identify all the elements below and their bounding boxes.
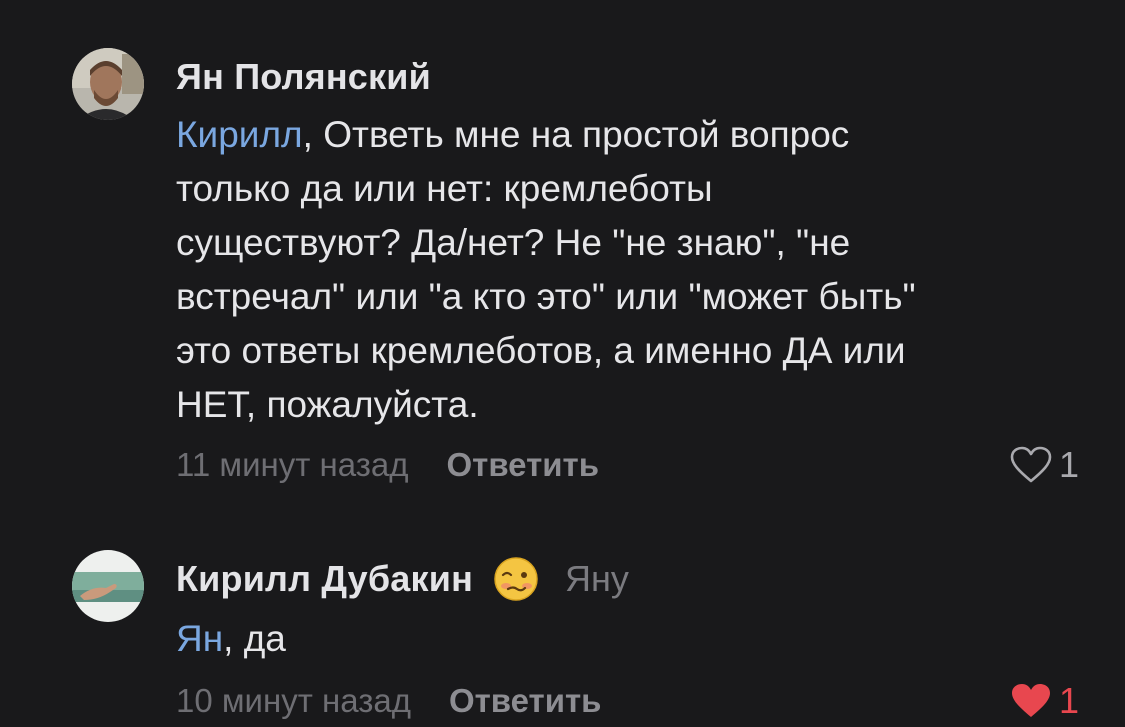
- like-button[interactable]: 1: [1009, 444, 1079, 486]
- comment-2: Кирилл Дубакин Яну Ян, да 10 минут назад…: [0, 520, 1125, 727]
- like-count: 1: [1058, 680, 1079, 721]
- comment-meta: 10 минут назад Ответить: [176, 680, 601, 722]
- comment-text: Кирилл, Ответь мне на простой вопрос тол…: [176, 108, 1076, 432]
- mention-link[interactable]: Кирилл: [176, 114, 303, 155]
- timestamp: 11 минут назад: [176, 446, 409, 483]
- comment-meta: 11 минут назад Ответить: [176, 444, 599, 486]
- heart-filled-icon: [1011, 684, 1050, 717]
- timestamp: 10 минут назад: [176, 682, 411, 719]
- woozy-face-icon: [494, 557, 538, 601]
- comment-text: Ян, да: [176, 612, 1076, 666]
- avatar[interactable]: [72, 48, 144, 120]
- comment-1: Ян Полянский Кирилл, Ответь мне на прост…: [0, 0, 1125, 520]
- comment-body: , Ответь мне на простой вопрос только да…: [176, 114, 916, 425]
- like-count: 1: [1058, 444, 1079, 485]
- reply-to-label[interactable]: Яну: [565, 558, 629, 600]
- mention-link[interactable]: Ян: [176, 618, 223, 659]
- author-row: Кирилл Дубакин Яну: [176, 556, 629, 602]
- author-row: Ян Полянский: [176, 54, 431, 100]
- reply-button[interactable]: Ответить: [447, 446, 600, 484]
- heart-outline-icon: [1010, 446, 1052, 483]
- avatar[interactable]: [72, 550, 144, 622]
- avatar-photo: [72, 550, 144, 622]
- reply-button[interactable]: Ответить: [449, 682, 602, 720]
- comment-body: , да: [223, 618, 286, 659]
- author-name[interactable]: Кирилл Дубакин: [176, 558, 473, 600]
- avatar-photo: [72, 48, 144, 120]
- like-button[interactable]: 1: [1009, 680, 1079, 722]
- author-name[interactable]: Ян Полянский: [176, 56, 431, 98]
